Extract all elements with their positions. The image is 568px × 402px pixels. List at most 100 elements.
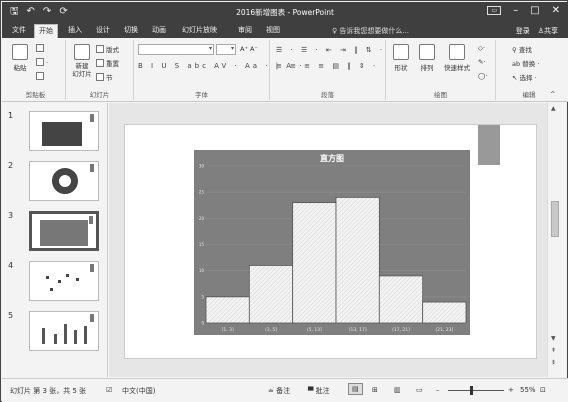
histogram-bar[interactable]	[205, 296, 250, 324]
tab-insert[interactable]: 插入	[64, 24, 86, 38]
align-buttons-row[interactable]: ≡ ≡ ≡ ≡ ▤ ‖ ⇕ ·	[276, 62, 378, 70]
font-grow-shrink[interactable]: A⁺ A⁻	[240, 45, 258, 53]
slide-thumbnails-pane: 1 2 3 4 5	[2, 103, 108, 377]
replace-label: 替换	[522, 60, 536, 68]
layout-button[interactable]: 版式	[96, 44, 119, 54]
powerpoint-window: 🖫 ↶ ↷ ⟳ 2016新增图表 - PowerPoint ▭ – □ ✕ 文件…	[0, 0, 568, 402]
find-label: 查找	[518, 46, 532, 54]
zoom-level[interactable]: 55%	[520, 386, 536, 394]
histogram-bar[interactable]	[292, 202, 337, 324]
current-slide[interactable]: 直方图 0 5 10 15 20 25 30 [1, 3] (3, 5] (5, 13] (13, …	[124, 124, 537, 359]
format-painter-button[interactable]	[36, 72, 46, 81]
slideshow-view-icon[interactable]: ▭	[416, 386, 423, 394]
shapes-button[interactable]: 形状	[390, 44, 412, 72]
thumb-handle-mini	[89, 216, 93, 224]
y-tick-label: 30	[199, 164, 205, 169]
account-area: 登录 ♙共享	[516, 26, 558, 36]
normal-view-icon[interactable]: ▤	[348, 383, 363, 395]
slide-thumbnail-2[interactable]	[29, 161, 99, 201]
thumb-bar	[84, 326, 87, 344]
zoom-out-icon[interactable]: –	[436, 386, 440, 394]
clipboard-group-label: 剪贴板	[25, 91, 46, 99]
cut-button[interactable]	[36, 44, 46, 53]
x-tick-label: (3, 5]	[265, 327, 277, 333]
ribbon-display-options-icon[interactable]: ▭	[487, 6, 502, 15]
new-slide-button[interactable]: 新建 幻灯片	[68, 44, 96, 78]
y-tick-label: 5	[201, 294, 204, 299]
tab-animations[interactable]: 动画	[148, 24, 170, 38]
zoom-slider-track[interactable]	[448, 390, 504, 391]
slide-thumbnail-3[interactable]	[29, 211, 99, 251]
histogram-bar[interactable]	[378, 275, 424, 324]
slide-thumbnail-4[interactable]	[29, 261, 99, 301]
x-tick-label: (5, 13]	[307, 327, 322, 333]
tab-slideshow[interactable]: 幻灯片放映	[178, 24, 221, 38]
list-buttons-row[interactable]: ☰ · ☰ · ⇤ ⇥ ‖ ⇅ ·	[276, 46, 385, 54]
histogram-chart[interactable]: 直方图 0 5 10 15 20 25 30 [1, 3] (3, 5] (5, 13] (13, …	[194, 150, 470, 335]
histogram-bar[interactable]	[335, 197, 380, 324]
chevron-down-icon: ▾	[208, 45, 212, 52]
histogram-bar[interactable]	[248, 265, 294, 324]
tab-design[interactable]: 设计	[92, 24, 114, 38]
notes-label: 备注	[276, 387, 291, 395]
shape-fill-button[interactable]: ◇·	[478, 44, 485, 52]
fit-to-window-icon[interactable]: ⊡	[540, 386, 546, 394]
vertical-scrollbar[interactable]: ▲ ▼ ⇞ ⇟	[547, 103, 561, 377]
section-button[interactable]: 节	[96, 72, 113, 82]
tab-transitions[interactable]: 切换	[120, 24, 142, 38]
previous-slide-icon[interactable]: ⇞	[551, 347, 556, 354]
find-button[interactable]: ⚲ 查找	[512, 44, 532, 54]
thumb-dot	[50, 288, 53, 291]
slide-thumbnail-5[interactable]	[29, 311, 99, 351]
copy-button[interactable]: ·	[36, 58, 48, 67]
paste-button[interactable]: 粘贴	[10, 44, 30, 72]
replace-button[interactable]: ab 替换 ·	[512, 58, 539, 68]
reset-button[interactable]: 重置	[96, 58, 119, 68]
scroll-up-icon[interactable]: ▲	[551, 105, 556, 112]
tab-view[interactable]: 视图	[262, 24, 284, 38]
thumb-histogram-mini	[40, 220, 88, 246]
font-size-combo[interactable]: ▾	[216, 44, 236, 55]
tell-me-box[interactable]: ♀ 告诉我您想要做什么...	[332, 26, 409, 36]
scroll-thumb[interactable]	[551, 201, 559, 237]
collapse-ribbon-icon[interactable]: ^	[550, 90, 555, 98]
tab-review[interactable]: 审阅	[234, 24, 256, 38]
language-indicator[interactable]: 中文(中国)	[122, 386, 155, 396]
close-icon[interactable]: ✕	[552, 5, 560, 16]
tab-home[interactable]: 开始	[34, 24, 58, 38]
thumb-dot	[66, 274, 69, 277]
quick-styles-button[interactable]: 快速样式	[440, 44, 474, 72]
zoom-slider-knob[interactable]	[470, 386, 473, 395]
arrange-button[interactable]: 排列	[416, 44, 438, 72]
shape-outline-button[interactable]: ✎·	[478, 58, 486, 66]
chart-plot: 0 5 10 15 20 25 30 [1, 3] (3, 5] (5, 13] (13, 17] (…	[199, 164, 467, 333]
select-button[interactable]: ↖ 选择 ·	[512, 72, 537, 82]
x-tick-label: (21, 23]	[435, 327, 453, 333]
title-bar: 🖫 ↶ ↷ ⟳ 2016新增图表 - PowerPoint ▭ – □ ✕	[2, 2, 568, 22]
scroll-down-icon[interactable]: ▼	[551, 335, 556, 342]
slide-image-placeholder[interactable]	[478, 125, 500, 165]
tell-me-text: 告诉我您想要做什么...	[339, 27, 410, 35]
thumb-number: 1	[8, 111, 14, 120]
reading-view-icon[interactable]: ▥	[394, 386, 401, 394]
drawing-group-label: 绘图	[434, 91, 447, 99]
histogram-bar[interactable]	[422, 301, 467, 324]
notes-button[interactable]: ≐ 备注	[268, 386, 290, 396]
scissors-icon	[36, 44, 44, 52]
minimize-icon[interactable]: –	[513, 5, 518, 16]
login-link[interactable]: 登录	[516, 26, 530, 36]
zoom-in-icon[interactable]: +	[508, 386, 514, 394]
font-name-combo[interactable]: ▾	[138, 44, 214, 55]
slide-thumbnail-1[interactable]	[29, 111, 99, 151]
spellcheck-icon[interactable]: ☑	[106, 386, 112, 394]
tab-file[interactable]: 文件	[8, 24, 30, 38]
slide-sorter-icon[interactable]: ⊞	[372, 386, 378, 394]
slide-editor: 直方图 0 5 10 15 20 25 30 [1, 3] (3, 5] (5, 13] (13, …	[109, 103, 547, 377]
group-editing: ⚲ 查找 ab 替换 · ↖ 选择 · 编辑 ^	[496, 40, 562, 100]
quick-styles-icon	[449, 44, 465, 60]
next-slide-icon[interactable]: ⇟	[551, 359, 556, 366]
comments-button[interactable]: ▀ 批注	[308, 386, 330, 396]
shape-effects-button[interactable]: ◯·	[478, 72, 487, 80]
maximize-icon[interactable]: □	[530, 5, 539, 16]
share-button[interactable]: ♙共享	[538, 26, 558, 36]
